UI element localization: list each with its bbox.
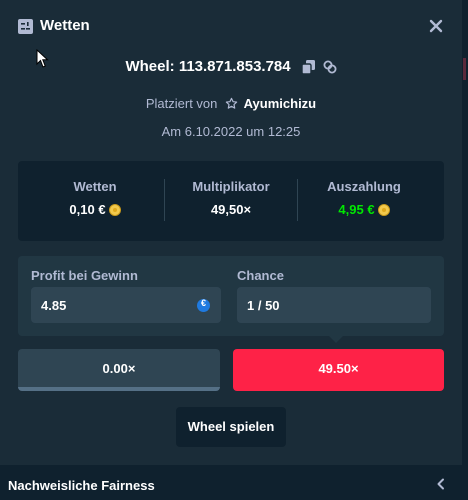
stat-bet-value: 0,10 €: [69, 202, 106, 217]
stat-multiplier-label: Multiplikator: [192, 179, 270, 194]
bet-id-row: Wheel: 113.871.853.784: [0, 58, 462, 80]
close-icon[interactable]: [428, 18, 444, 34]
stat-bet-value-row: 0,10 €: [29, 202, 161, 217]
bet-stats-panel: Wetten 0,10 € Multiplikator 49,50× Ausza…: [18, 161, 444, 241]
username-link[interactable]: Ayumichizu: [244, 96, 316, 111]
euro-currency-icon: [197, 298, 210, 312]
modal-title: Wetten: [40, 17, 90, 34]
coin-icon: [377, 204, 390, 216]
stat-bet: Wetten 0,10 €: [29, 179, 161, 217]
profit-label: Profit bei Gewinn: [31, 268, 138, 283]
placed-by-line: Platziert von Ayumichizu: [0, 96, 462, 111]
chevron-left-icon[interactable]: [436, 478, 446, 490]
chance-field: [237, 287, 431, 323]
profit-input[interactable]: [41, 289, 181, 321]
background-page-edge: [462, 0, 468, 500]
bet-slip-icon: [18, 19, 33, 34]
bet-id: Wheel: 113.871.853.784: [125, 58, 291, 76]
bet-id-actions: [299, 58, 337, 76]
background-page-accent: [463, 58, 466, 80]
bet-details-modal: Wetten Wheel: 113.871.853.784 Platziert …: [0, 0, 462, 500]
link-icon[interactable]: [323, 60, 337, 74]
stat-multiplier: Multiplikator 49,50×: [165, 179, 297, 217]
placed-by-prefix: Platziert von: [145, 96, 218, 111]
selection-pointer: [329, 336, 343, 343]
stat-multiplier-value: 49,50×: [210, 202, 252, 217]
copy-icon[interactable]: [301, 59, 316, 75]
star-icon: [225, 97, 238, 109]
provable-fairness-bar[interactable]: Nachweisliche Fairness: [0, 465, 462, 500]
bet-date: Am 6.10.2022 um 12:25: [161, 124, 301, 139]
chance-input[interactable]: [247, 289, 387, 321]
segment-0x[interactable]: 0.00×: [18, 349, 220, 391]
provable-fairness-label: Nachweisliche Fairness: [8, 478, 155, 493]
play-wheel-button[interactable]: Wheel spielen: [176, 407, 286, 447]
profit-field: [31, 287, 221, 323]
stat-payout-label: Auszahlung: [327, 179, 401, 194]
modal-header: Wetten: [0, 0, 462, 52]
chance-label: Chance: [237, 268, 284, 283]
stat-payout-value-row: 4,95 €: [298, 202, 430, 217]
stat-payout: Auszahlung 4,95 €: [298, 179, 430, 217]
wheel-segments: 0.00× 49.50×: [18, 349, 444, 391]
coin-icon: [108, 204, 121, 216]
segment-49-5x[interactable]: 49.50×: [233, 349, 444, 391]
stat-bet-label: Wetten: [73, 179, 117, 194]
stat-payout-value: 4,95 €: [338, 202, 375, 217]
profit-chance-panel: Profit bei Gewinn Chance: [18, 256, 444, 336]
